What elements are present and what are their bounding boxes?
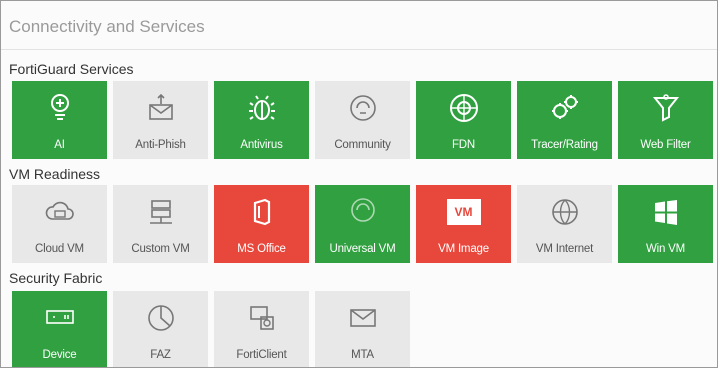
tile-label: FAZ [150,349,171,361]
service-tile-win-vm[interactable]: Win VM [618,185,713,263]
service-tile-anti-phish[interactable]: Anti-Phish [113,81,208,159]
universal-vm-icon [346,195,380,229]
globe-internet-icon [548,195,582,229]
section-label-vm-readiness: VM Readiness [9,166,101,182]
vm-image-icon: VM [446,195,481,229]
service-tile-device[interactable]: Device [12,291,107,367]
service-tile-fdn[interactable]: FDN [416,81,511,159]
tile-label: Web Filter [640,139,691,151]
tile-label: FortiClient [236,349,287,361]
panel-title: Connectivity and Services [9,17,205,36]
service-tile-mta[interactable]: MTA [315,291,410,367]
service-tile-cloud-vm[interactable]: Cloud VM [12,185,107,263]
server-icon [144,195,178,229]
device-icon [43,301,77,335]
tile-label: Device [42,349,77,361]
connectivity-services-panel: Connectivity and Services FortiGuard Ser… [0,0,718,368]
title-divider [1,49,717,50]
service-tile-ai[interactable]: AI [12,81,107,159]
tile-label: VM Internet [535,243,594,255]
envelope-icon [346,301,380,335]
tile-label: Community [334,139,391,151]
tile-label: MTA [351,349,374,361]
fish-hook-icon [144,91,178,125]
fortiguard-row: AI Anti-Phish Antivirus Community FDN Tracer/… [12,81,713,159]
section-label-security-fabric: Security Fabric [9,270,103,286]
community-icon [346,91,380,125]
service-tile-custom-vm[interactable]: Custom VM [113,185,208,263]
tile-label: FDN [451,139,476,151]
windows-icon [649,195,683,229]
cloud-icon [43,195,77,229]
vm-readiness-row: Cloud VM Custom VM MS Office Universal VM VM… [12,185,713,263]
service-tile-web-filter[interactable]: Web Filter [618,81,713,159]
tile-label: VM Image [438,243,489,255]
tile-label: Universal VM [329,243,396,255]
tile-label: Anti-Phish [135,139,186,151]
tile-label: Antivirus [240,139,283,151]
tile-label: Cloud VM [35,243,84,255]
service-tile-forticlient[interactable]: FortiClient [214,291,309,367]
service-tile-antivirus[interactable]: Antivirus [214,81,309,159]
globe-icon [447,91,481,125]
tile-label: AI [54,139,65,151]
bug-icon [245,91,279,125]
service-tile-vm-image[interactable]: VM VM Image [416,185,511,263]
funnel-icon [649,91,683,125]
section-label-fortiguard: FortiGuard Services [9,61,134,77]
pie-chart-icon [144,301,178,335]
service-tile-faz[interactable]: FAZ [113,291,208,367]
service-tile-ms-office[interactable]: MS Office [214,185,309,263]
office-icon [245,195,279,229]
tile-label: Custom VM [131,243,190,255]
service-tile-community[interactable]: Community [315,81,410,159]
forticlient-icon [245,301,279,335]
service-tile-vm-internet[interactable]: VM Internet [517,185,612,263]
gears-icon [548,91,582,125]
service-tile-tracer-rating[interactable]: Tracer/Rating [517,81,612,159]
tile-label: Tracer/Rating [531,139,598,151]
ai-brain-icon [43,91,77,125]
service-tile-universal-vm[interactable]: Universal VM [315,185,410,263]
tile-label: MS Office [237,243,286,255]
security-fabric-row: Device FAZ FortiClient MTA [12,291,712,367]
tile-label: Win VM [645,243,686,255]
vm-badge: VM [446,199,481,225]
